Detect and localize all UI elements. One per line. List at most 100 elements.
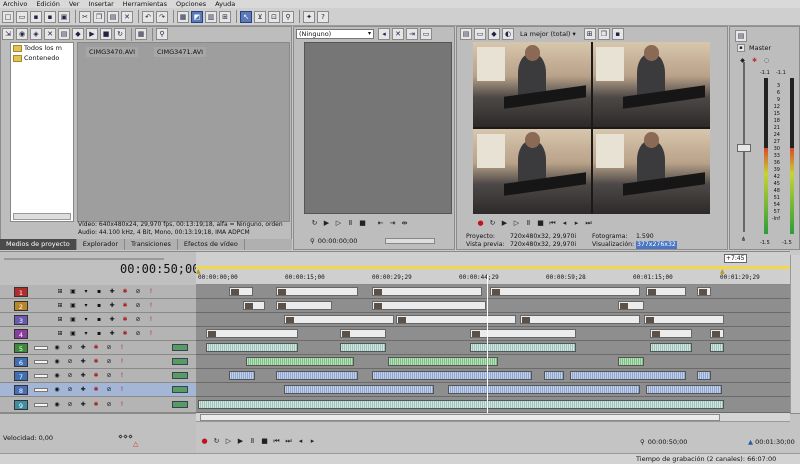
trimmer-monitor-icon[interactable]: ▭: [420, 28, 432, 40]
track-header-4[interactable]: 4 ⊞ ▣ ▾ ▪ ✚ ✱ ⊘ !: [0, 327, 196, 341]
audio-event[interactable]: [284, 385, 434, 394]
audio-event[interactable]: [229, 371, 255, 380]
master-properties-icon[interactable]: ▪: [737, 44, 745, 52]
track-solo-icon[interactable]: !: [118, 358, 126, 366]
playhead-cursor[interactable]: [487, 275, 488, 423]
capture-icon[interactable]: ◉: [16, 28, 28, 40]
stop-icon[interactable]: ■: [358, 219, 367, 228]
track-settings-icon[interactable]: ✱: [121, 330, 129, 338]
master-fader-handle[interactable]: [737, 144, 751, 152]
track-phase-icon[interactable]: ⊘: [66, 372, 74, 380]
track-header-7[interactable]: 7 ◉ ⊘ ✚ ✱ ⊘ !: [0, 369, 196, 383]
pause-icon[interactable]: Ⅱ: [524, 219, 533, 228]
tree-item-all-media[interactable]: Todos los m: [11, 43, 73, 53]
track-mute-icon[interactable]: ⊘: [134, 288, 142, 296]
search-icon[interactable]: ⚲: [156, 28, 168, 40]
autopreview-icon[interactable]: ↻: [114, 28, 126, 40]
track-phase-icon[interactable]: ⊘: [66, 344, 74, 352]
audio-event[interactable]: [710, 343, 724, 352]
trimmer-clear-icon[interactable]: ✕: [392, 28, 404, 40]
track-phase-icon[interactable]: ⊘: [66, 386, 74, 394]
track-phase-icon[interactable]: ⊘: [66, 358, 74, 366]
play-from-start-icon[interactable]: ▷: [512, 219, 521, 228]
external-monitor-icon[interactable]: ▭: [474, 28, 486, 40]
record-icon[interactable]: ●: [476, 219, 485, 228]
track-header-2[interactable]: 2 ⊞ ▣ ▾ ▪ ✚ ✱ ⊘ !: [0, 299, 196, 313]
tree-horizontal-scrollbar[interactable]: [13, 213, 71, 220]
zoom-tool-icon[interactable]: ⚲: [282, 10, 294, 23]
audio-event[interactable]: [650, 343, 692, 352]
selection-tool-icon[interactable]: ⊡: [268, 10, 280, 23]
mixer-insert-icon[interactable]: ▤: [735, 30, 747, 42]
audio-event[interactable]: [646, 385, 722, 394]
loop-icon[interactable]: ↻: [212, 437, 221, 446]
stop-icon[interactable]: ■: [100, 28, 112, 40]
track-settings-icon[interactable]: ✱: [121, 302, 129, 310]
menu-ayuda[interactable]: Ayuda: [215, 0, 235, 8]
track-mute-icon[interactable]: ⊘: [105, 344, 113, 352]
video-event[interactable]: [520, 315, 640, 324]
track-motion-icon[interactable]: ⊞: [56, 302, 64, 310]
loop-icon[interactable]: ↻: [488, 219, 497, 228]
menu-herramientas[interactable]: Herramientas: [123, 0, 167, 8]
lock-envelopes-icon[interactable]: ▥: [205, 10, 217, 23]
video-event[interactable]: [276, 301, 332, 310]
track-arm-icon[interactable]: ◉: [53, 372, 61, 380]
track-motion-icon[interactable]: ⊞: [56, 330, 64, 338]
menu-opciones[interactable]: Opciones: [176, 0, 206, 8]
track-composite-icon[interactable]: ▣: [69, 316, 77, 324]
track-header-8[interactable]: 8 ◉ ⊘ ✚ ✱ ⊘ !: [0, 383, 196, 397]
audio-event[interactable]: [206, 343, 298, 352]
menu-insertar[interactable]: Insertar: [88, 0, 113, 8]
track-mute-icon[interactable]: ⊘: [105, 372, 113, 380]
track-effects-icon[interactable]: ✚: [79, 344, 87, 352]
go-to-end-icon[interactable]: ⏭: [584, 219, 593, 228]
video-event[interactable]: [372, 301, 486, 310]
track-settings-icon[interactable]: ✱: [92, 386, 100, 394]
master-settings-icon[interactable]: ✱: [750, 56, 759, 65]
tab-video-fx[interactable]: Efectos de vídeo: [178, 239, 245, 250]
cut-icon[interactable]: ✂: [79, 10, 91, 23]
next-frame-icon[interactable]: ▸: [572, 219, 581, 228]
track-effects-icon[interactable]: ✚: [108, 288, 116, 296]
track-solo-icon[interactable]: !: [118, 386, 126, 394]
track-settings-icon[interactable]: ✱: [92, 372, 100, 380]
next-frame-icon[interactable]: ▸: [308, 437, 317, 446]
save-icon[interactable]: ▪: [30, 10, 42, 23]
play-icon[interactable]: ▶: [236, 437, 245, 446]
trimmer-add-icon[interactable]: ⇥: [406, 28, 418, 40]
save-snapshot-icon[interactable]: ▪: [611, 28, 624, 40]
trimmer-media-select[interactable]: (Ninguno): [296, 29, 374, 39]
menu-edicion[interactable]: Edición: [36, 0, 60, 8]
track-settings-icon[interactable]: ✱: [121, 288, 129, 296]
master-link-icon[interactable]: ⋔: [741, 236, 746, 243]
video-event[interactable]: [470, 329, 576, 338]
menu-archivo[interactable]: Archivo: [3, 0, 27, 8]
track-effects-icon[interactable]: ✚: [79, 372, 87, 380]
audio-event[interactable]: [198, 400, 724, 409]
track-arm-icon[interactable]: ◉: [53, 358, 61, 366]
track-composite-icon[interactable]: ▣: [69, 330, 77, 338]
normal-edit-tool-icon[interactable]: ↖: [240, 10, 252, 23]
tab-transitions[interactable]: Transiciones: [125, 239, 178, 250]
effects-icon[interactable]: ◆: [72, 28, 84, 40]
audio-event[interactable]: [697, 371, 711, 380]
copy-snapshot-icon[interactable]: ❐: [597, 28, 610, 40]
track-down-icon[interactable]: ▾: [82, 330, 90, 338]
video-event[interactable]: [243, 301, 265, 310]
trimmer-zoom-slider[interactable]: [385, 238, 436, 244]
delete-icon[interactable]: ✕: [121, 10, 133, 23]
video-event[interactable]: [644, 315, 724, 324]
audio-event[interactable]: [372, 371, 532, 380]
track-effects-icon[interactable]: ✚: [108, 330, 116, 338]
video-event[interactable]: [650, 329, 692, 338]
audio-event[interactable]: [340, 343, 386, 352]
save-as-icon[interactable]: ▪: [44, 10, 56, 23]
menu-ver[interactable]: Ver: [69, 0, 80, 8]
audio-event[interactable]: [276, 371, 358, 380]
track-header-9[interactable]: 9 ◉ ⊘ ✚ ✱ ⊘ !: [0, 397, 196, 413]
timeline-scroll-thumb[interactable]: [200, 414, 720, 421]
video-event[interactable]: [284, 315, 394, 324]
track-effects-icon[interactable]: ✚: [108, 316, 116, 324]
audio-event[interactable]: [618, 357, 644, 366]
